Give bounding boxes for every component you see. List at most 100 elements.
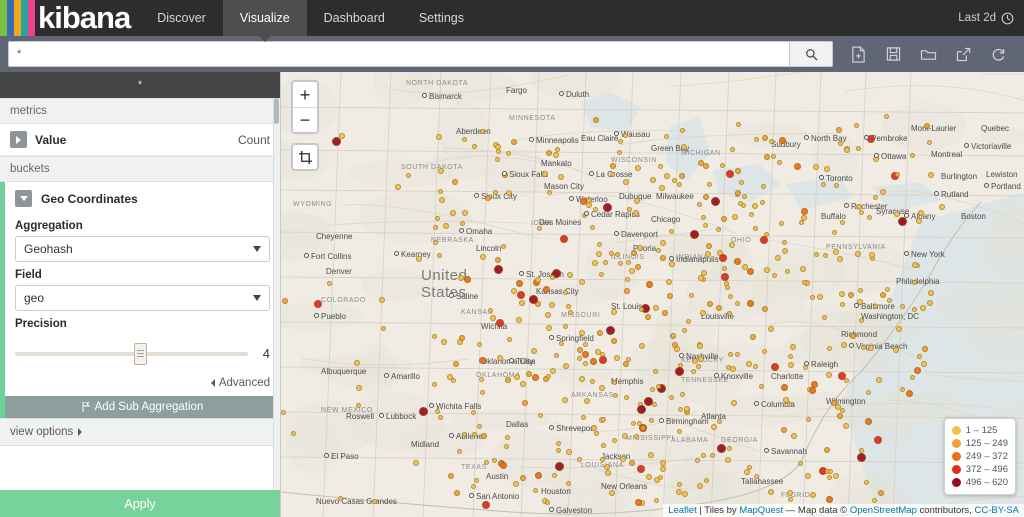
geohash-marker[interactable] bbox=[701, 453, 706, 458]
geohash-marker[interactable] bbox=[550, 368, 556, 374]
geohash-marker[interactable] bbox=[806, 417, 811, 422]
geohash-marker[interactable] bbox=[662, 310, 668, 316]
geohash-marker[interactable] bbox=[480, 390, 485, 395]
geohash-marker[interactable] bbox=[910, 153, 915, 158]
geohash-marker[interactable] bbox=[900, 387, 905, 392]
geohash-marker[interactable] bbox=[921, 361, 927, 367]
geohash-marker[interactable] bbox=[840, 220, 845, 225]
geohash-marker[interactable] bbox=[494, 265, 503, 274]
geohash-marker[interactable] bbox=[652, 402, 657, 407]
geohash-marker[interactable] bbox=[725, 457, 731, 463]
geohash-marker[interactable] bbox=[850, 333, 856, 339]
geohash-marker[interactable] bbox=[777, 160, 782, 165]
geohash-marker[interactable] bbox=[760, 200, 765, 205]
geohash-marker[interactable] bbox=[900, 304, 905, 309]
geohash-marker[interactable] bbox=[887, 298, 892, 303]
leaflet-link[interactable]: Leaflet bbox=[668, 505, 697, 516]
new-visualization-button[interactable] bbox=[841, 40, 876, 68]
geohash-marker[interactable] bbox=[731, 400, 737, 406]
geohash-marker[interactable] bbox=[282, 298, 288, 304]
geohash-marker[interactable] bbox=[868, 345, 874, 351]
geohash-marker[interactable] bbox=[753, 364, 758, 369]
geohash-marker[interactable] bbox=[654, 477, 660, 483]
geohash-marker[interactable] bbox=[928, 290, 934, 296]
geohash-marker[interactable] bbox=[634, 198, 640, 204]
geohash-marker[interactable] bbox=[927, 140, 932, 145]
geohash-marker[interactable] bbox=[559, 341, 564, 346]
geohash-marker[interactable] bbox=[625, 277, 630, 282]
geohash-marker[interactable] bbox=[433, 240, 438, 245]
geohash-marker[interactable] bbox=[775, 255, 781, 261]
geohash-marker[interactable] bbox=[634, 434, 639, 439]
geohash-marker[interactable] bbox=[698, 356, 704, 362]
geohash-marker[interactable] bbox=[753, 226, 758, 231]
geohash-marker[interactable] bbox=[697, 343, 703, 349]
geohash-marker[interactable] bbox=[495, 157, 500, 162]
geohash-marker[interactable] bbox=[790, 344, 796, 350]
geohash-marker[interactable] bbox=[746, 361, 752, 367]
geohash-marker[interactable] bbox=[759, 384, 764, 389]
geohash-marker[interactable] bbox=[800, 266, 806, 272]
geohash-marker[interactable] bbox=[635, 165, 641, 171]
precision-slider-handle[interactable] bbox=[134, 343, 147, 365]
geohash-marker[interactable] bbox=[555, 147, 560, 152]
geohash-marker[interactable] bbox=[529, 295, 538, 304]
geohash-marker[interactable] bbox=[496, 319, 504, 327]
geohash-marker[interactable] bbox=[563, 290, 568, 295]
geohash-marker[interactable] bbox=[505, 435, 510, 440]
geohash-marker[interactable] bbox=[821, 182, 826, 187]
geohash-marker[interactable] bbox=[645, 314, 651, 320]
geohash-marker[interactable] bbox=[750, 334, 756, 340]
geohash-marker[interactable] bbox=[441, 339, 447, 345]
geohash-marker[interactable] bbox=[395, 184, 401, 190]
geohash-marker[interactable] bbox=[579, 279, 585, 285]
geohash-marker[interactable] bbox=[496, 149, 501, 154]
nav-tab-settings[interactable]: Settings bbox=[402, 0, 481, 36]
geohash-marker[interactable] bbox=[734, 258, 741, 265]
geohash-marker[interactable] bbox=[535, 472, 542, 479]
geohash-marker[interactable] bbox=[514, 374, 520, 380]
geohash-marker[interactable] bbox=[681, 144, 687, 150]
geohash-marker[interactable] bbox=[482, 501, 490, 509]
sidebar-scrollbar[interactable] bbox=[273, 98, 280, 490]
geohash-marker[interactable] bbox=[583, 361, 588, 366]
geohash-marker[interactable] bbox=[567, 272, 573, 278]
geohash-marker[interactable] bbox=[873, 304, 878, 309]
geohash-marker[interactable] bbox=[844, 378, 849, 383]
geohash-marker[interactable] bbox=[531, 348, 537, 354]
geohash-marker[interactable] bbox=[485, 195, 491, 201]
geohash-marker[interactable] bbox=[635, 264, 641, 270]
geohash-marker[interactable] bbox=[614, 355, 620, 361]
geohash-marker[interactable] bbox=[736, 122, 741, 127]
geohash-marker[interactable] bbox=[556, 441, 561, 446]
geohash-marker[interactable] bbox=[563, 363, 569, 369]
geohash-marker[interactable] bbox=[597, 242, 602, 247]
geohash-marker[interactable] bbox=[832, 230, 837, 235]
geohash-marker[interactable] bbox=[837, 413, 843, 419]
geohash-marker[interactable] bbox=[749, 212, 754, 217]
geohash-marker[interactable] bbox=[604, 464, 610, 470]
geohash-marker[interactable] bbox=[566, 449, 572, 455]
geohash-marker[interactable] bbox=[462, 137, 467, 142]
precision-slider[interactable] bbox=[15, 352, 248, 356]
geohash-marker[interactable] bbox=[590, 379, 595, 384]
geohash-marker[interactable] bbox=[700, 310, 706, 316]
geohash-marker[interactable] bbox=[906, 390, 913, 397]
geohash-marker[interactable] bbox=[504, 444, 509, 449]
geohash-marker[interactable] bbox=[437, 253, 442, 258]
geohash-marker[interactable] bbox=[629, 460, 635, 466]
geohash-marker[interactable] bbox=[865, 418, 872, 425]
geohash-marker[interactable] bbox=[609, 490, 615, 496]
geohash-marker[interactable] bbox=[516, 317, 522, 323]
geohash-marker[interactable] bbox=[547, 190, 552, 195]
geohash-marker[interactable] bbox=[735, 168, 741, 174]
geohash-marker[interactable] bbox=[611, 309, 617, 315]
license-link[interactable]: CC-BY-SA bbox=[974, 505, 1019, 516]
geohash-marker[interactable] bbox=[843, 423, 849, 429]
geohash-marker[interactable] bbox=[605, 470, 611, 476]
geohash-marker[interactable] bbox=[546, 325, 552, 331]
geohash-marker[interactable] bbox=[822, 315, 827, 320]
geohash-marker[interactable] bbox=[869, 252, 875, 258]
geohash-marker[interactable] bbox=[593, 207, 598, 212]
geohash-marker[interactable] bbox=[479, 377, 484, 382]
